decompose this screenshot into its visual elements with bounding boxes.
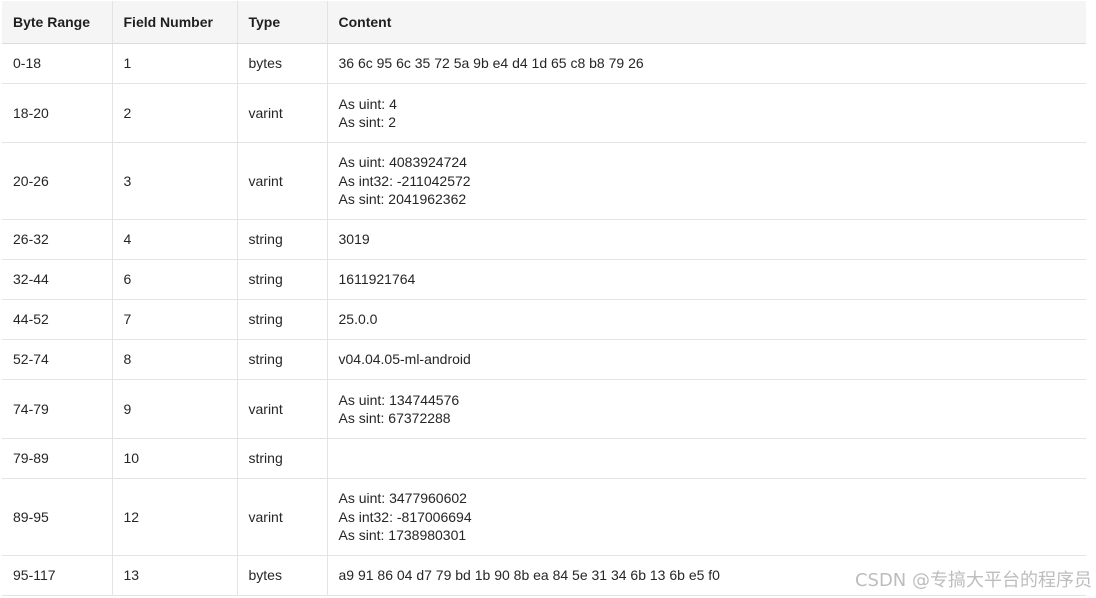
- header-byte-range: Byte Range: [2, 1, 113, 44]
- cell-type: string: [237, 259, 328, 300]
- cell-field-number: 8: [112, 339, 238, 380]
- table-row: 89-95 12 varint As uint: 3477960602 As i…: [2, 478, 1086, 556]
- content-line: As sint: 67372288: [338, 410, 451, 426]
- content-line: 36 6c 95 6c 35 72 5a 9b e4 d4 1d 65 c8 b…: [338, 55, 644, 72]
- cell-content: v04.04.05-ml-android: [327, 339, 1086, 380]
- content-line: 25.0.0: [338, 311, 378, 328]
- cell-content: 3019: [327, 219, 1086, 260]
- content-line: As int32: -817006694: [338, 508, 472, 525]
- header-field-number: Field Number: [112, 1, 238, 44]
- cell-content: 1611921764: [327, 259, 1086, 300]
- content-line: As uint: 3477960602: [338, 490, 467, 507]
- cell-byte-range: 74-79: [2, 379, 113, 439]
- cell-type: bytes: [237, 43, 328, 84]
- content-line: 1611921764: [338, 271, 416, 288]
- content-line: As uint: 4: [338, 95, 397, 112]
- cell-byte-range: 95-117: [2, 555, 113, 596]
- cell-type: varint: [237, 142, 328, 220]
- protobuf-decode-table-container: Byte Range Field Number Type Content 0-1…: [2, 1, 1086, 596]
- table-row: 20-26 3 varint As uint: 4083924724 As in…: [2, 142, 1086, 220]
- cell-field-number: 10: [112, 438, 238, 479]
- table-row: 74-79 9 varint As uint: 134744576 As sin…: [2, 379, 1086, 439]
- table-row: 0-18 1 bytes 36 6c 95 6c 35 72 5a 9b e4 …: [2, 43, 1086, 84]
- cell-type: bytes: [237, 555, 328, 596]
- content-line: As int32: -211042572: [338, 172, 471, 189]
- cell-content: As uint: 4 As sint: 2: [327, 83, 1086, 143]
- table-row: 44-52 7 string 25.0.0: [2, 299, 1086, 340]
- table-row: 26-32 4 string 3019: [2, 219, 1086, 260]
- content-line: As sint: 2: [338, 114, 397, 130]
- cell-type: varint: [237, 83, 328, 143]
- protobuf-decode-table: Byte Range Field Number Type Content 0-1…: [2, 1, 1086, 596]
- cell-byte-range: 18-20: [2, 83, 113, 143]
- cell-byte-range: 0-18: [2, 43, 113, 84]
- content-line: As sint: 2041962362: [338, 191, 467, 208]
- cell-field-number: 2: [112, 83, 238, 143]
- cell-content: As uint: 134744576 As sint: 67372288: [327, 379, 1086, 439]
- cell-byte-range: 32-44: [2, 259, 113, 300]
- header-type: Type: [237, 1, 328, 44]
- content-line: As uint: 4083924724: [338, 154, 467, 171]
- header-content: Content: [327, 1, 1086, 44]
- cell-content: [327, 438, 1086, 479]
- cell-byte-range: 52-74: [2, 339, 113, 380]
- cell-type: varint: [237, 379, 328, 439]
- cell-byte-range: 44-52: [2, 299, 113, 340]
- cell-content: As uint: 4083924724 As int32: -211042572…: [327, 142, 1086, 220]
- cell-field-number: 6: [112, 259, 238, 300]
- table-row: 79-89 10 string: [2, 438, 1086, 479]
- cell-field-number: 13: [112, 555, 238, 596]
- table-row: 32-44 6 string 1611921764: [2, 259, 1086, 300]
- content-line: As uint: 134744576: [338, 391, 460, 408]
- cell-type: string: [237, 299, 328, 340]
- cell-type: string: [237, 219, 328, 260]
- content-line: As sint: 1738980301: [338, 527, 467, 544]
- cell-field-number: 3: [112, 142, 238, 220]
- cell-field-number: 4: [112, 219, 238, 260]
- table-header-row: Byte Range Field Number Type Content: [2, 1, 1086, 44]
- cell-field-number: 1: [112, 43, 238, 84]
- cell-byte-range: 89-95: [2, 478, 113, 556]
- cell-byte-range: 20-26: [2, 142, 113, 220]
- cell-byte-range: 26-32: [2, 219, 113, 260]
- cell-field-number: 7: [112, 299, 238, 340]
- cell-content: 36 6c 95 6c 35 72 5a 9b e4 d4 1d 65 c8 b…: [327, 43, 1086, 84]
- csdn-watermark: CSDN @专搞大平台的程序员: [854, 570, 1092, 591]
- content-line: 3019: [338, 231, 370, 248]
- cell-type: string: [237, 438, 328, 479]
- cell-content: 25.0.0: [327, 299, 1086, 340]
- cell-type: varint: [237, 478, 328, 556]
- content-line: v04.04.05-ml-android: [338, 351, 471, 368]
- table-row: 52-74 8 string v04.04.05-ml-android: [2, 339, 1086, 380]
- cell-type: string: [237, 339, 328, 380]
- table-row: 18-20 2 varint As uint: 4 As sint: 2: [2, 83, 1086, 143]
- cell-field-number: 12: [112, 478, 238, 556]
- cell-byte-range: 79-89: [2, 438, 113, 479]
- cell-field-number: 9: [112, 379, 238, 439]
- cell-content: As uint: 3477960602 As int32: -817006694…: [327, 478, 1086, 556]
